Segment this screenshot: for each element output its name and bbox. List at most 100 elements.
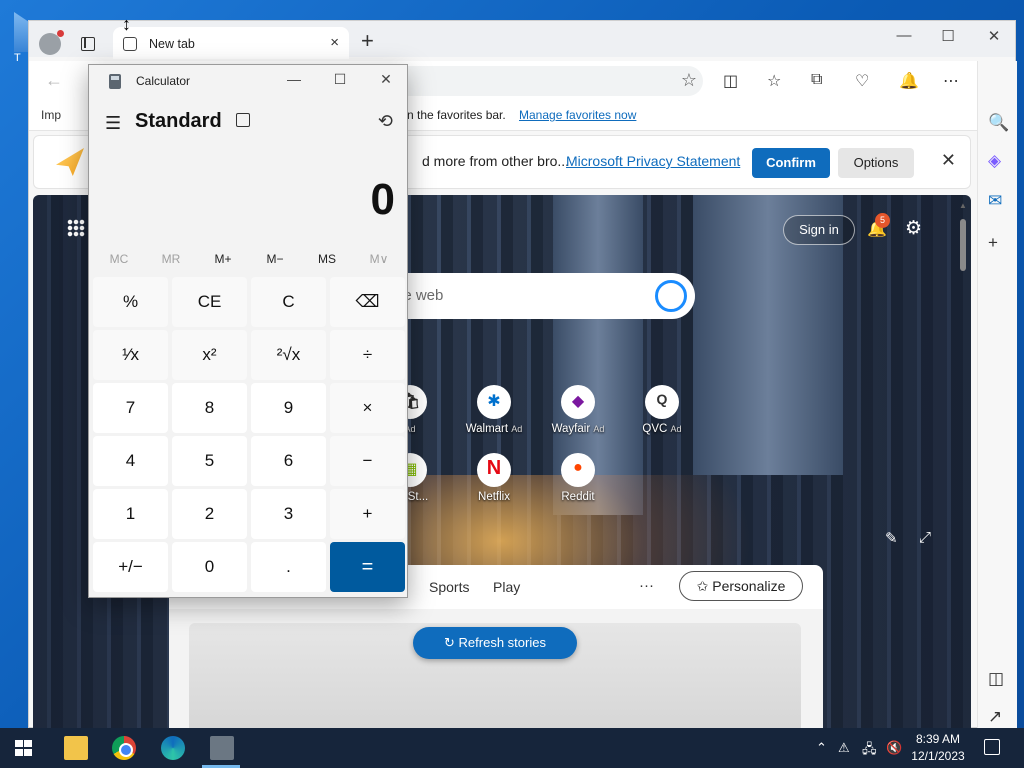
new-tab-button[interactable]: + bbox=[361, 30, 374, 52]
memory-add-button[interactable]: M+ bbox=[197, 252, 249, 266]
search-icon[interactable]: 🔍 bbox=[988, 113, 1009, 133]
favorite-star-icon[interactable]: ☆ bbox=[681, 70, 697, 91]
tab-new-tab[interactable]: New tab × bbox=[113, 27, 349, 59]
open-external-icon[interactable]: ↗ bbox=[988, 707, 1002, 727]
percent-key[interactable]: % bbox=[93, 277, 168, 327]
outlook-icon[interactable]: ✉ bbox=[988, 191, 1002, 211]
favorites-icon[interactable]: ☆ bbox=[767, 71, 781, 91]
square-root-key[interactable]: ²√x bbox=[251, 330, 326, 380]
manage-favorites-link[interactable]: Manage favorites now bbox=[519, 108, 636, 122]
memory-list-button[interactable]: M∨ bbox=[353, 252, 405, 266]
options-button[interactable]: Options bbox=[838, 148, 914, 178]
notification-close-button[interactable]: ✕ bbox=[941, 150, 956, 171]
feed-tab-play[interactable]: Play bbox=[493, 579, 520, 595]
close-button[interactable]: ✕ bbox=[979, 27, 1009, 45]
system-clock[interactable]: 8:39 AM 12/1/2023 bbox=[908, 731, 968, 765]
calculator-window: Calculator — ☐ ✕ ☰ Standard ⟲ 0 MC MR M+… bbox=[88, 64, 408, 598]
reciprocal-key[interactable]: ¹⁄x bbox=[93, 330, 168, 380]
keep-on-top-icon[interactable] bbox=[236, 113, 250, 127]
scrollbar-thumb[interactable] bbox=[960, 219, 966, 271]
refresh-stories-button[interactable]: ↻ Refresh stories bbox=[413, 627, 577, 659]
digit-6-key[interactable]: 6 bbox=[251, 436, 326, 486]
digit-8-key[interactable]: 8 bbox=[172, 383, 247, 433]
tile-ad-label: Ad bbox=[593, 424, 605, 434]
hide-sidebar-icon[interactable]: ◫ bbox=[988, 669, 1004, 689]
digit-3-key[interactable]: 3 bbox=[251, 489, 326, 539]
show-hidden-icons-chevron-icon[interactable]: ⌃ bbox=[816, 740, 827, 756]
split-screen-icon[interactable]: ◫ bbox=[723, 71, 738, 91]
feed-more-button[interactable]: ··· bbox=[639, 577, 654, 594]
quick-link-wayfair[interactable]: ◆ Wayfair Ad bbox=[543, 385, 613, 435]
memory-recall-button[interactable]: MR bbox=[145, 252, 197, 266]
apps-launcher-icon[interactable] bbox=[67, 219, 85, 237]
browser-essentials-icon[interactable]: ♡ bbox=[855, 71, 869, 91]
privacy-statement-link[interactable]: Microsoft Privacy Statement bbox=[566, 153, 740, 169]
settings-more-icon[interactable]: ⋯ bbox=[943, 71, 959, 91]
memory-clear-button[interactable]: MC bbox=[93, 252, 145, 266]
quick-link-walmart[interactable]: ✱ Walmart Ad bbox=[459, 385, 529, 435]
tab-close-button[interactable]: × bbox=[330, 34, 339, 51]
page-scrollbar[interactable]: ▲ bbox=[957, 197, 969, 729]
multiply-key[interactable]: × bbox=[330, 383, 405, 433]
digit-7-key[interactable]: 7 bbox=[93, 383, 168, 433]
tab-actions-icon[interactable] bbox=[81, 37, 95, 51]
volume-muted-icon[interactable]: 🔇 bbox=[886, 740, 902, 756]
quick-link-reddit[interactable]: ● Reddit bbox=[543, 453, 613, 503]
navigation-menu-icon[interactable]: ☰ bbox=[105, 113, 121, 134]
network-icon[interactable]: 🖧 bbox=[862, 740, 877, 762]
notification-center-icon[interactable] bbox=[984, 739, 1000, 755]
bing-chat-icon[interactable] bbox=[655, 280, 687, 312]
tile-label: QVC bbox=[642, 423, 668, 435]
shopping-icon[interactable]: ◈ bbox=[988, 151, 1001, 171]
edit-background-icon[interactable]: ✎ bbox=[885, 529, 898, 547]
clear-key[interactable]: C bbox=[251, 277, 326, 327]
digit-5-key[interactable]: 5 bbox=[172, 436, 247, 486]
tile-label: Reddit bbox=[561, 491, 595, 503]
digit-0-key[interactable]: 0 bbox=[172, 542, 247, 592]
memory-store-button[interactable]: MS bbox=[301, 252, 353, 266]
memory-subtract-button[interactable]: M− bbox=[249, 252, 301, 266]
decimal-key[interactable]: . bbox=[251, 542, 326, 592]
maximize-button[interactable]: ☐ bbox=[933, 27, 963, 45]
network-warning-icon[interactable]: ⚠ bbox=[838, 740, 850, 756]
clear-entry-key[interactable]: CE bbox=[172, 277, 247, 327]
calculator-taskbar-icon[interactable] bbox=[210, 736, 234, 760]
memory-row: MC MR M+ M− MS M∨ bbox=[93, 249, 405, 271]
digit-2-key[interactable]: 2 bbox=[172, 489, 247, 539]
add-sidebar-app-icon[interactable]: + bbox=[988, 233, 998, 253]
digit-1-key[interactable]: 1 bbox=[93, 489, 168, 539]
import-favorites-button[interactable]: Imp bbox=[41, 108, 61, 122]
file-explorer-icon[interactable] bbox=[64, 736, 88, 760]
digit-9-key[interactable]: 9 bbox=[251, 383, 326, 433]
square-key[interactable]: x² bbox=[172, 330, 247, 380]
page-settings-gear-icon[interactable]: ⚙ bbox=[905, 217, 922, 240]
chrome-icon[interactable] bbox=[112, 736, 136, 760]
edge-icon[interactable] bbox=[161, 736, 185, 760]
calc-minimize-button[interactable]: — bbox=[279, 71, 309, 87]
minimize-button[interactable]: — bbox=[889, 27, 919, 44]
profile-avatar[interactable] bbox=[39, 30, 64, 55]
history-icon[interactable]: ⟲ bbox=[378, 111, 393, 132]
web-search-input[interactable]: he web bbox=[373, 273, 695, 319]
feed-tab-sports[interactable]: Sports bbox=[429, 579, 469, 595]
start-button-windows-icon[interactable] bbox=[15, 740, 32, 756]
calc-maximize-button[interactable]: ☐ bbox=[325, 71, 355, 88]
calc-close-button[interactable]: ✕ bbox=[371, 71, 401, 88]
quick-link-netflix[interactable]: N Netflix bbox=[459, 453, 529, 503]
divide-key[interactable]: ÷ bbox=[330, 330, 405, 380]
confirm-button[interactable]: Confirm bbox=[752, 148, 830, 178]
sign-in-button[interactable]: Sign in bbox=[783, 215, 855, 245]
scroll-up-icon[interactable]: ▲ bbox=[959, 201, 967, 210]
equals-key[interactable]: = bbox=[330, 542, 405, 592]
add-key[interactable]: + bbox=[330, 489, 405, 539]
quick-link-qvc[interactable]: Q QVC Ad bbox=[627, 385, 697, 435]
backspace-key[interactable]: ⌫ bbox=[330, 277, 405, 327]
notifications-icon[interactable]: 🔔 bbox=[899, 71, 919, 91]
digit-4-key[interactable]: 4 bbox=[93, 436, 168, 486]
subtract-key[interactable]: − bbox=[330, 436, 405, 486]
expand-icon[interactable]: ⤢ bbox=[919, 529, 931, 546]
negate-key[interactable]: +/− bbox=[93, 542, 168, 592]
back-button[interactable]: ← bbox=[45, 70, 63, 91]
collections-icon[interactable]: ⧉ bbox=[811, 71, 822, 89]
personalize-button[interactable]: ✩ Personalize bbox=[679, 571, 803, 601]
